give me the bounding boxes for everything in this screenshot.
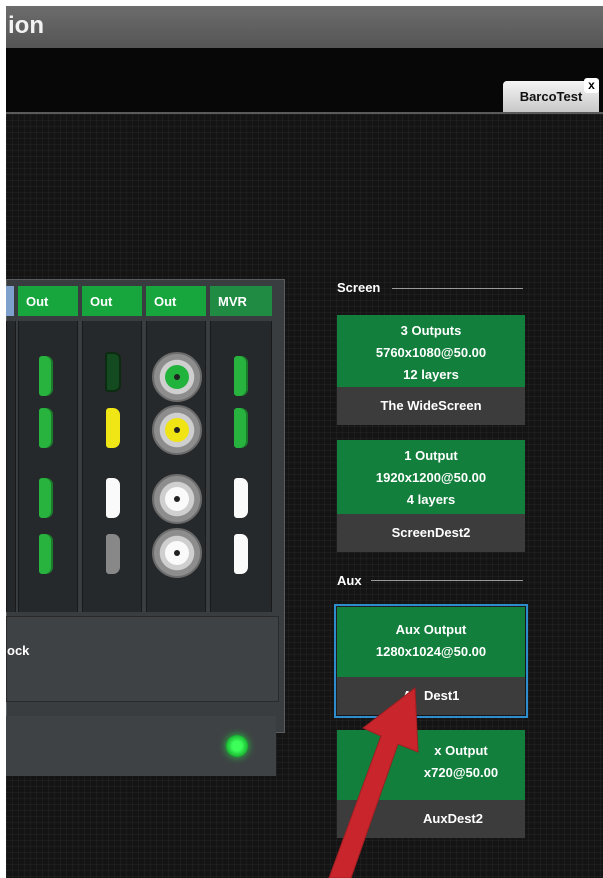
- destination-outputs: Aux Output: [395, 622, 467, 637]
- bnc-connector-icon[interactable]: [152, 474, 202, 524]
- window-edge-left: [0, 0, 6, 878]
- destination-name: ScreenDest2: [337, 514, 525, 552]
- destination-layers: 4 layers: [406, 492, 456, 507]
- output-port-icon[interactable]: [39, 356, 53, 396]
- output-port-icon[interactable]: [39, 408, 53, 448]
- destination-name: The WideScreen: [337, 387, 525, 425]
- destination-info: 1 Output 1920x1200@50.00 4 layers: [337, 440, 525, 514]
- column-header-out-3: Out: [146, 286, 206, 316]
- destination-outputs: 1 Output: [404, 448, 458, 463]
- column-header-out-1: Out: [18, 286, 78, 316]
- destination-resolution: 5760x1080@50.00: [375, 345, 487, 360]
- destination-outputs: x Output: [434, 743, 488, 758]
- bnc-connector-icon[interactable]: [152, 528, 202, 578]
- output-port-icon[interactable]: [106, 478, 120, 518]
- genlock-box[interactable]: ock: [6, 616, 279, 702]
- destination-info: x Output x720@50.00: [337, 730, 525, 800]
- destination-name: A Dest1: [337, 677, 525, 715]
- aux-destination-auxdest2[interactable]: x Output x720@50.00 AuxDest2: [337, 730, 525, 838]
- tab-bar: BarcoTest: [6, 48, 603, 114]
- destination-outputs: 3 Outputs: [400, 323, 462, 338]
- output-port-icon[interactable]: [105, 352, 121, 392]
- column-header-edge: [6, 286, 14, 316]
- genlock-label: ock: [7, 643, 30, 658]
- status-led-icon: [226, 735, 248, 757]
- output-port-icon[interactable]: [106, 534, 120, 574]
- column-header-mvr: MVR: [210, 286, 272, 316]
- mvr-port-icon[interactable]: [234, 408, 248, 448]
- output-port-icon[interactable]: [106, 408, 120, 448]
- destination-name: AuxDest2: [337, 800, 525, 838]
- output-port-icon[interactable]: [39, 478, 53, 518]
- close-icon[interactable]: x: [584, 78, 599, 93]
- mvr-port-icon[interactable]: [234, 478, 248, 518]
- mvr-port-icon[interactable]: [234, 534, 248, 574]
- destination-resolution: 1280x1024@50.00: [375, 644, 487, 659]
- destination-info: Aux Output 1280x1024@50.00: [337, 607, 525, 677]
- screen-section-divider: [392, 288, 523, 289]
- window-title: ion: [6, 6, 603, 48]
- aux-destination-auxdest1[interactable]: Aux Output 1280x1024@50.00 A Dest1: [334, 604, 528, 718]
- bnc-connector-icon[interactable]: [152, 405, 202, 455]
- aux-section-heading: Aux: [337, 573, 362, 588]
- screen-section-heading: Screen: [337, 280, 381, 295]
- bnc-connector-icon[interactable]: [152, 352, 202, 402]
- screen-destination-widescreen[interactable]: 3 Outputs 5760x1080@50.00 12 layers The …: [337, 315, 525, 425]
- destination-layers: 12 layers: [403, 367, 459, 382]
- destination-info: 3 Outputs 5760x1080@50.00 12 layers: [337, 315, 525, 387]
- destination-resolution: x720@50.00: [423, 765, 499, 780]
- mvr-port-icon[interactable]: [234, 356, 248, 396]
- output-port-icon[interactable]: [39, 534, 53, 574]
- destination-resolution: 1920x1200@50.00: [375, 470, 487, 485]
- screen-destination-screendest2[interactable]: 1 Output 1920x1200@50.00 4 layers Screen…: [337, 440, 525, 552]
- aux-section-divider: [371, 580, 523, 581]
- column-header-out-2: Out: [82, 286, 142, 316]
- connector-column-edge: [6, 321, 16, 612]
